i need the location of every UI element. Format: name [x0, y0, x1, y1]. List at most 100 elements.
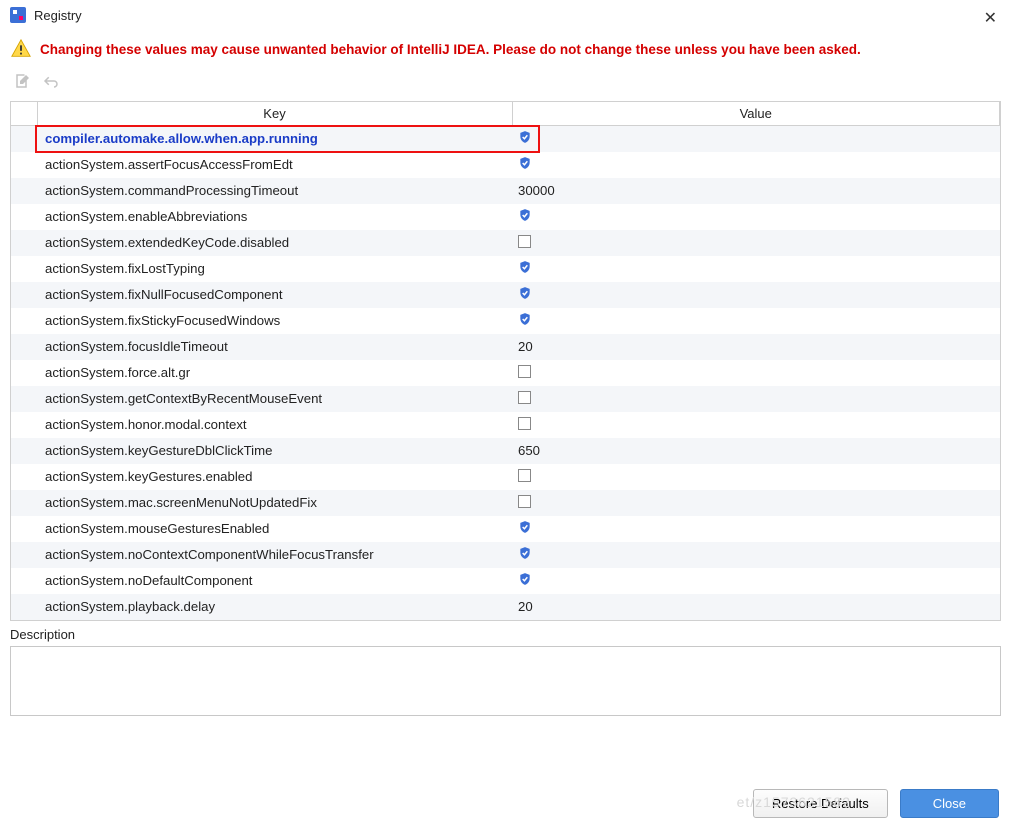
table-row[interactable]: actionSystem.extendedKeyCode.disabled [11, 230, 1000, 256]
table-row[interactable]: actionSystem.fixLostTyping [11, 256, 1000, 282]
table-row[interactable]: actionSystem.force.alt.gr [11, 360, 1000, 386]
value-cell[interactable] [512, 204, 1000, 230]
key-cell[interactable]: actionSystem.honor.modal.context [37, 412, 512, 438]
key-text: actionSystem.assertFocusAccessFromEdt [45, 157, 293, 172]
value-cell[interactable] [512, 282, 1000, 308]
checked-shield-icon[interactable] [518, 286, 531, 299]
value-cell[interactable] [512, 464, 1000, 490]
checked-shield-icon[interactable] [518, 208, 531, 221]
value-cell[interactable] [512, 412, 1000, 438]
value-cell[interactable] [512, 308, 1000, 334]
key-text: actionSystem.mouseGesturesEnabled [45, 521, 269, 536]
key-cell[interactable]: actionSystem.fixLostTyping [37, 256, 512, 282]
checked-shield-icon[interactable] [518, 156, 531, 169]
value-cell[interactable] [512, 542, 1000, 568]
edit-icon[interactable] [14, 72, 32, 93]
key-cell[interactable]: actionSystem.extendedKeyCode.disabled [37, 230, 512, 256]
value-cell[interactable] [512, 256, 1000, 282]
table-row[interactable]: compiler.automake.allow.when.app.running [11, 126, 1000, 152]
value-cell[interactable]: 650 [512, 438, 1000, 464]
value-column-header[interactable]: Value [512, 102, 1000, 126]
restore-defaults-button[interactable]: Restore Defaults [753, 789, 888, 818]
value-cell[interactable] [512, 516, 1000, 542]
key-cell[interactable]: actionSystem.fixStickyFocusedWindows [37, 308, 512, 334]
checked-shield-icon[interactable] [518, 520, 531, 533]
table-row[interactable]: actionSystem.keyGestureDblClickTime 650 [11, 438, 1000, 464]
table-row[interactable]: actionSystem.getContextByRecentMouseEven… [11, 386, 1000, 412]
table-row[interactable]: actionSystem.noContextComponentWhileFocu… [11, 542, 1000, 568]
checked-shield-icon[interactable] [518, 260, 531, 273]
key-cell[interactable]: actionSystem.mac.screenMenuNotUpdatedFix [37, 490, 512, 516]
key-text: actionSystem.getContextByRecentMouseEven… [45, 391, 322, 406]
app-icon [10, 7, 26, 23]
table-row[interactable]: actionSystem.focusIdleTimeout20 [11, 334, 1000, 360]
table-row[interactable]: actionSystem.mac.screenMenuNotUpdatedFix [11, 490, 1000, 516]
key-text: actionSystem.keyGestureDblClickTime [45, 443, 272, 458]
key-text: actionSystem.extendedKeyCode.disabled [45, 235, 289, 250]
description-label: Description [10, 627, 1001, 642]
value-cell[interactable] [512, 126, 1000, 152]
table-row[interactable]: actionSystem.honor.modal.context [11, 412, 1000, 438]
key-cell[interactable]: actionSystem.noDefaultComponent [37, 568, 512, 594]
checkbox-unchecked-icon[interactable] [518, 495, 531, 508]
value-cell[interactable]: 20 [512, 334, 1000, 360]
value-cell[interactable] [512, 230, 1000, 256]
titlebar: Registry [0, 0, 1011, 30]
flag-cell [11, 334, 37, 360]
key-text: actionSystem.mac.screenMenuNotUpdatedFix [45, 495, 317, 510]
key-cell[interactable]: actionSystem.noContextComponentWhileFocu… [37, 542, 512, 568]
value-cell[interactable]: 30000 [512, 178, 1000, 204]
window-title: Registry [34, 8, 82, 23]
value-cell[interactable] [512, 360, 1000, 386]
key-cell[interactable]: actionSystem.enableAbbreviations [37, 204, 512, 230]
value-cell[interactable] [512, 568, 1000, 594]
checkbox-unchecked-icon[interactable] [518, 469, 531, 482]
key-cell[interactable]: compiler.automake.allow.when.app.running [37, 126, 512, 152]
checked-shield-icon[interactable] [518, 130, 531, 143]
table-row[interactable]: actionSystem.assertFocusAccessFromEdt [11, 152, 1000, 178]
table-row[interactable]: actionSystem.noDefaultComponent [11, 568, 1000, 594]
key-text: actionSystem.noDefaultComponent [45, 573, 252, 588]
key-text: actionSystem.playback.delay [45, 599, 215, 614]
checkbox-unchecked-icon[interactable] [518, 235, 531, 248]
key-cell[interactable]: actionSystem.focusIdleTimeout [37, 334, 512, 360]
checkbox-unchecked-icon[interactable] [518, 365, 531, 378]
checked-shield-icon[interactable] [518, 546, 531, 559]
key-cell[interactable]: actionSystem.assertFocusAccessFromEdt [37, 152, 512, 178]
close-icon[interactable]: ✕ [984, 8, 997, 28]
flag-cell [11, 282, 37, 308]
table-row[interactable]: actionSystem.mouseGesturesEnabled [11, 516, 1000, 542]
checked-shield-icon[interactable] [518, 312, 531, 325]
close-button[interactable]: Close [900, 789, 999, 818]
table-row[interactable]: actionSystem.playback.delay 20 [11, 594, 1000, 620]
value-cell[interactable] [512, 386, 1000, 412]
key-text: actionSystem.force.alt.gr [45, 365, 190, 380]
key-column-header[interactable]: Key [37, 102, 512, 126]
flag-cell [11, 230, 37, 256]
key-cell[interactable]: actionSystem.mouseGesturesEnabled [37, 516, 512, 542]
key-cell[interactable]: actionSystem.force.alt.gr [37, 360, 512, 386]
value-cell[interactable] [512, 152, 1000, 178]
registry-table-container[interactable]: Key Value compiler.automake.allow.when.a… [10, 101, 1001, 621]
key-cell[interactable]: actionSystem.keyGestures.enabled [37, 464, 512, 490]
key-text: actionSystem.fixStickyFocusedWindows [45, 313, 280, 328]
flag-cell [11, 490, 37, 516]
checkbox-unchecked-icon[interactable] [518, 391, 531, 404]
key-cell[interactable]: actionSystem.commandProcessingTimeout [37, 178, 512, 204]
checkbox-unchecked-icon[interactable] [518, 417, 531, 430]
table-row[interactable]: actionSystem.fixNullFocusedComponent [11, 282, 1000, 308]
checked-shield-icon[interactable] [518, 572, 531, 585]
value-cell[interactable]: 20 [512, 594, 1000, 620]
table-row[interactable]: actionSystem.commandProcessingTimeout300… [11, 178, 1000, 204]
key-text: actionSystem.fixLostTyping [45, 261, 205, 276]
table-row[interactable]: actionSystem.enableAbbreviations [11, 204, 1000, 230]
table-row[interactable]: actionSystem.fixStickyFocusedWindows [11, 308, 1000, 334]
flag-cell [11, 438, 37, 464]
key-cell[interactable]: actionSystem.getContextByRecentMouseEven… [37, 386, 512, 412]
value-cell[interactable] [512, 490, 1000, 516]
key-cell[interactable]: actionSystem.fixNullFocusedComponent [37, 282, 512, 308]
key-cell[interactable]: actionSystem.keyGestureDblClickTime [37, 438, 512, 464]
undo-icon[interactable] [42, 72, 60, 93]
table-row[interactable]: actionSystem.keyGestures.enabled [11, 464, 1000, 490]
key-cell[interactable]: actionSystem.playback.delay [37, 594, 512, 620]
